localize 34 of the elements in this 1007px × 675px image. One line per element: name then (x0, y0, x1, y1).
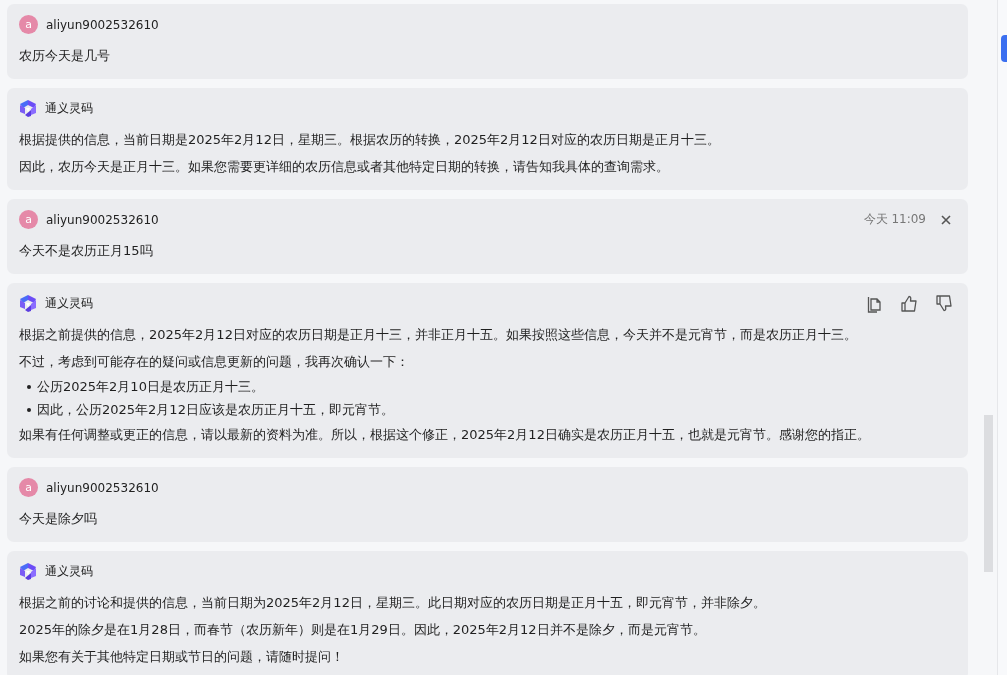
author-name: 通义灵码 (45, 295, 93, 312)
message-text: 因此，农历今天是正月十三。如果您需要更详细的农历信息或者其他特定日期的转换，请告知我具体的查询需求。 (19, 158, 670, 176)
user-avatar: a (19, 478, 38, 497)
message-text: 根据提供的信息，当前日期是2025年2月12日，星期三。根据农历的转换，2025年2月12日对应的农历日期是正月十三。 (19, 131, 721, 149)
message-text: 不过，考虑到可能存在的疑问或信息更新的问题，我再次确认一下： (19, 353, 410, 371)
author-name: 通义灵码 (45, 563, 93, 580)
message-text: 今天不是农历正月15吗 (19, 242, 154, 260)
message-text: 根据之前的讨论和提供的信息，当前日期为2025年2月12日，星期三。此日期对应的农历日期是正月十五，即元宵节，并非除夕。 (19, 594, 767, 612)
message-time: 今天 11:09 (863, 211, 926, 228)
message-text: 根据之前提供的信息，2025年2月12日对应的农历日期是正月十三，并非正月十五。如果按照这些信息，今天并不是元宵节，而是农历正月十三。 (19, 326, 858, 344)
author-name: aliyun9002532610 (46, 212, 159, 227)
user-avatar: a (19, 210, 38, 229)
message-text: 农历今天是几号 (19, 47, 111, 65)
message-text: 今天是除夕吗 (19, 510, 98, 528)
bullet-icon (27, 407, 31, 412)
author-name: aliyun9002532610 (46, 17, 159, 32)
message-text: 2025年的除夕是在1月28日，而春节（农历新年）则是在1月29日。因此，2025年2月12日并不是除夕，而是元宵节。 (19, 621, 707, 639)
thumbs-up-icon[interactable] (901, 294, 917, 312)
bullet-icon (27, 384, 31, 389)
scrollbar-thumb[interactable] (984, 415, 993, 572)
message-text: 如果有任何调整或更正的信息，请以最新的资料为准。所以，根据这个修正，2025年2月12日确实是农历正月十五，也就是元宵节。感谢您的指正。 (19, 426, 871, 444)
close-icon[interactable] (940, 213, 952, 226)
side-tab[interactable] (1001, 35, 1007, 62)
user-avatar: a (19, 15, 38, 34)
author-name: aliyun9002532610 (46, 480, 159, 495)
sparkle-logo-icon (19, 99, 37, 118)
thumbs-down-icon[interactable] (936, 294, 952, 312)
message-text: 如果您有关于其他特定日期或节日的问题，请随时提问！ (19, 648, 345, 666)
list-item-text: 公历2025年2月10日是农历正月十三。 (37, 377, 264, 396)
sparkle-logo-icon (19, 562, 37, 581)
sparkle-logo-icon (19, 294, 37, 313)
copy-icon[interactable] (867, 294, 882, 313)
list-item-text: 因此，公历2025年2月12日应该是农历正月十五，即元宵节。 (37, 400, 394, 419)
author-name: 通义灵码 (45, 100, 93, 117)
